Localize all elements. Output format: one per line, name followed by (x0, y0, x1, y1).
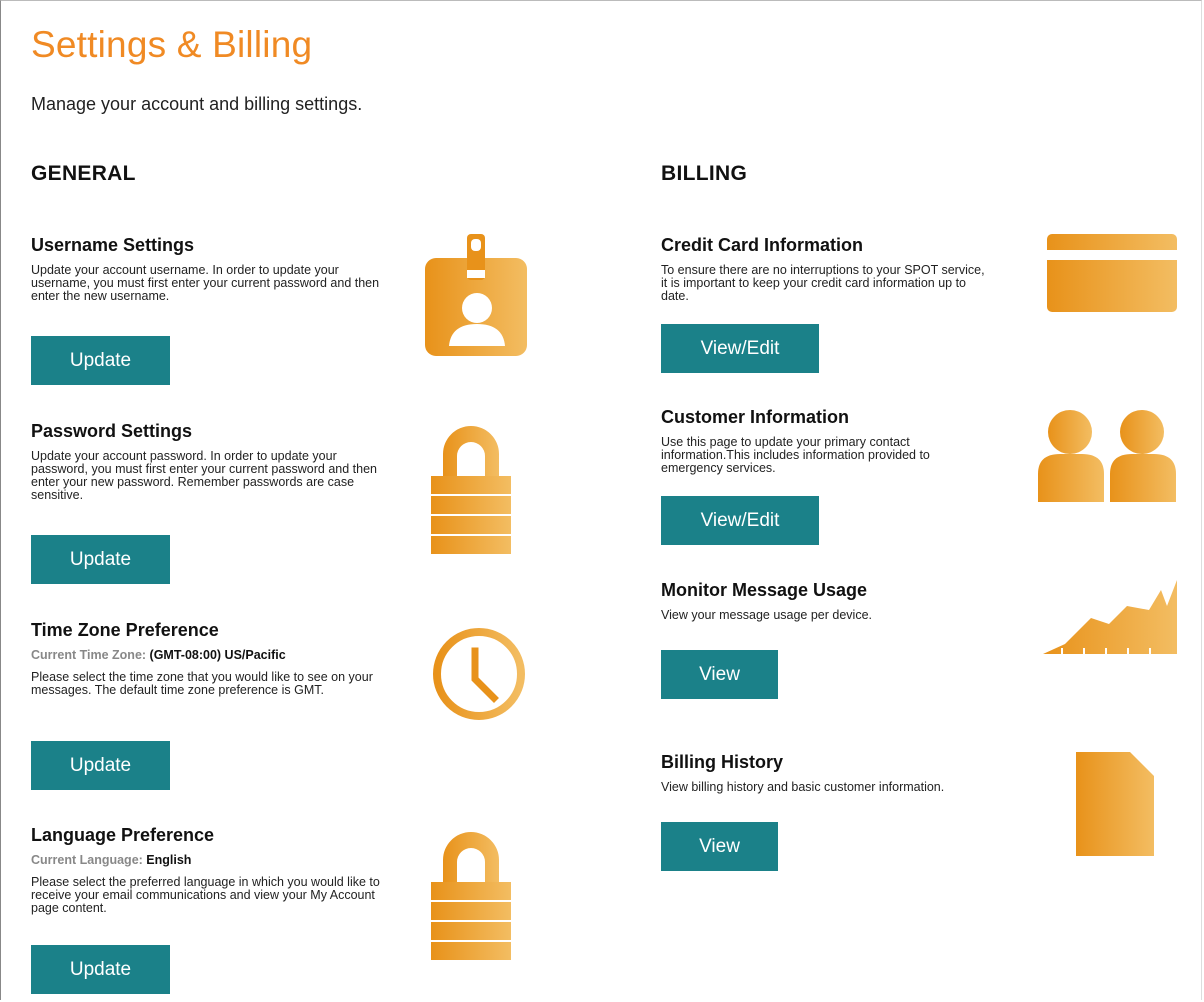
credit-card-icon (1047, 234, 1177, 312)
usage-view-button[interactable]: View (661, 650, 778, 699)
current-language-value: English (146, 853, 192, 867)
id-badge-icon (425, 234, 527, 356)
customer-info-view-edit-button[interactable]: View/Edit (661, 496, 819, 545)
lock-icon (431, 820, 511, 960)
credit-card-information: Credit Card Information To ensure there … (661, 235, 991, 375)
credit-card-description: To ensure there are no interruptions to … (661, 263, 985, 303)
username-settings: Username Settings Update your account us… (31, 235, 381, 385)
customer-info-title: Customer Information (661, 407, 850, 427)
current-time-zone-label: Current Time Zone: (31, 648, 147, 662)
language-update-button[interactable]: Update (31, 945, 170, 994)
current-language: Current Language: English (31, 853, 381, 867)
document-icon (1076, 752, 1154, 856)
monitor-message-usage: Monitor Message Usage View your message … (661, 580, 991, 705)
password-settings-title: Password Settings (31, 421, 193, 441)
general-heading: GENERAL (31, 162, 136, 185)
time-zone-update-button[interactable]: Update (31, 741, 170, 790)
usage-title: Monitor Message Usage (661, 580, 868, 600)
language-title: Language Preference (31, 825, 215, 845)
current-time-zone: Current Time Zone: (GMT-08:00) US/Pacifi… (31, 648, 381, 662)
people-icon (1038, 410, 1178, 502)
password-update-button[interactable]: Update (31, 535, 170, 584)
usage-description: View your message usage per device. (661, 608, 872, 622)
billing-history: Billing History View billing history and… (661, 752, 991, 877)
time-zone-description: Please select the time zone that you wou… (31, 670, 373, 697)
current-language-label: Current Language: (31, 853, 143, 867)
current-time-zone-value: (GMT-08:00) US/Pacific (149, 648, 286, 662)
time-zone-title: Time Zone Preference (31, 620, 219, 640)
password-settings: Password Settings Update your account pa… (31, 421, 381, 586)
billing-history-title: Billing History (661, 752, 784, 772)
password-settings-description: Update your account password. In order t… (31, 449, 377, 502)
billing-history-description: View billing history and basic customer … (661, 780, 945, 794)
username-settings-description: Update your account username. In order t… (31, 263, 380, 303)
billing-history-view-button[interactable]: View (661, 822, 778, 871)
credit-card-title: Credit Card Information (661, 235, 864, 255)
page-subtitle: Manage your account and billing settings… (31, 94, 363, 114)
billing-heading: BILLING (661, 162, 748, 185)
username-settings-title: Username Settings (31, 235, 195, 255)
page-title: Settings & Billing (31, 24, 313, 65)
username-update-button[interactable]: Update (31, 336, 170, 385)
time-zone-preference: Time Zone Preference Current Time Zone: … (31, 620, 381, 790)
clock-icon (432, 627, 526, 721)
credit-card-view-edit-button[interactable]: View/Edit (661, 324, 819, 373)
lock-icon (431, 414, 511, 554)
language-preference: Language Preference Current Language: En… (31, 825, 381, 995)
usage-chart-icon (1043, 580, 1177, 656)
customer-info-description: Use this page to update your primary con… (661, 435, 930, 475)
language-description: Please select the preferred language in … (31, 875, 380, 915)
customer-information: Customer Information Use this page to up… (661, 407, 991, 547)
